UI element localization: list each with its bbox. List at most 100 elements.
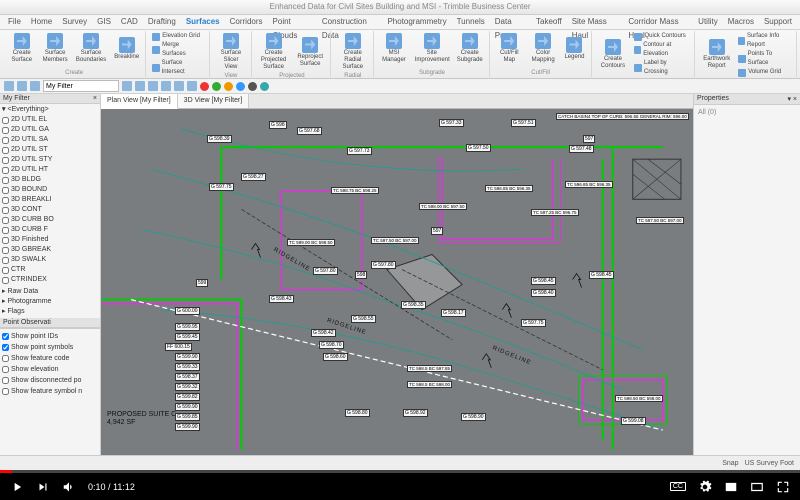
view-tab[interactable]: 3D View [My Filter]	[178, 94, 250, 108]
menu-file[interactable]: File	[8, 15, 21, 29]
ribbon-btn[interactable]: Reproject Surface	[293, 32, 328, 72]
layer-item[interactable]: 2D UTIL ST	[2, 145, 98, 155]
point-option[interactable]: Show feature symbol n	[2, 386, 98, 397]
layer-item[interactable]: 2D UTIL GA	[2, 125, 98, 135]
miniplayer-icon[interactable]	[724, 480, 738, 494]
ribbon-btn[interactable]: Earthwork Report	[699, 32, 734, 77]
menu-utility[interactable]: Utility	[698, 15, 718, 29]
play-icon[interactable]	[10, 480, 24, 494]
layer-item[interactable]: 2D UTIL HT	[2, 165, 98, 175]
layer-item[interactable]: 2D UTIL SA	[2, 135, 98, 145]
layer-item[interactable]: 2D UTIL STY	[2, 155, 98, 165]
qat-icon[interactable]	[17, 81, 27, 91]
ribbon-btn[interactable]: Color Mapping	[527, 32, 560, 65]
ribbon-item[interactable]: Volume Grid	[738, 68, 791, 77]
color-dot[interactable]	[224, 82, 233, 91]
view-tab[interactable]: Plan View [My Filter]	[101, 94, 178, 109]
ribbon-btn[interactable]: Create Projected Surface	[256, 32, 291, 72]
ribbon-btn[interactable]: Create Radial Surface	[335, 32, 370, 72]
ribbon-item[interactable]: Quick Contours	[634, 32, 689, 41]
menu-site-mass-haul[interactable]: Site Mass Haul	[572, 15, 619, 29]
next-icon[interactable]	[36, 480, 50, 494]
ribbon-btn[interactable]: Create Surface	[6, 32, 37, 65]
ribbon-btn[interactable]: Surface Boundaries	[73, 32, 109, 65]
point-option[interactable]: Show point symbols	[2, 342, 98, 353]
layer-item[interactable]: 3D CURB BO	[2, 215, 98, 225]
ribbon-item[interactable]: Merge Surfaces	[152, 41, 203, 59]
layer-item[interactable]: 3D BREAKLI	[2, 195, 98, 205]
snap-indicator[interactable]: Snap	[722, 460, 738, 467]
menu-corridors[interactable]: Corridors	[230, 15, 263, 29]
layer-item[interactable]: 2D UTIL EL	[2, 115, 98, 125]
qat-icon[interactable]	[135, 81, 145, 91]
ribbon-item[interactable]: Points To Surface	[738, 50, 791, 68]
ribbon-btn[interactable]: Create Contours	[596, 32, 631, 77]
layer-item[interactable]: CTR	[2, 265, 98, 275]
ribbon-item[interactable]: Surface Intersect	[152, 59, 203, 77]
ribbon-btn[interactable]: Surface Members	[39, 32, 70, 65]
layer-item[interactable]: 3D Finished	[2, 235, 98, 245]
layer-item[interactable]: 3D SWALK	[2, 255, 98, 265]
point-option[interactable]: Show feature code	[2, 353, 98, 364]
menu-survey[interactable]: Survey	[62, 15, 87, 29]
point-option[interactable]: Show point IDs	[2, 331, 98, 342]
menu-construction-data[interactable]: Construction Data	[322, 15, 378, 29]
menu-surfaces[interactable]: Surfaces	[186, 15, 220, 29]
menu-photogrammetry[interactable]: Photogrammetry	[387, 15, 446, 29]
tree-everything[interactable]: ▾<Everything>	[2, 105, 98, 115]
color-dot[interactable]	[248, 82, 257, 91]
layer-sub[interactable]: ▸ Raw Data	[2, 287, 98, 297]
filter-input[interactable]	[43, 80, 119, 92]
menu-home[interactable]: Home	[31, 15, 52, 29]
menu-gis[interactable]: GIS	[97, 15, 111, 29]
qat-icon[interactable]	[122, 81, 132, 91]
settings-icon[interactable]	[698, 480, 712, 494]
layer-item[interactable]: 3D CONT	[2, 205, 98, 215]
layer-item[interactable]: 3D CURB F	[2, 225, 98, 235]
menu-macros[interactable]: Macros	[728, 15, 754, 29]
qat-icon[interactable]	[187, 81, 197, 91]
layer-item[interactable]: CTRINDEX	[2, 275, 98, 285]
ribbon-btn[interactable]: MSI Manager	[378, 32, 410, 65]
ribbon-item[interactable]: Contour at Elevation	[634, 41, 689, 59]
layer-item[interactable]: 3D BOUND	[2, 185, 98, 195]
point-option[interactable]: Show disconnected po	[2, 375, 98, 386]
qat-icon[interactable]	[4, 81, 14, 91]
ribbon-btn[interactable]: Breakline	[111, 32, 142, 65]
ribbon-btn[interactable]: Legend	[561, 32, 587, 65]
qat-icon[interactable]	[30, 81, 40, 91]
ribbon-item[interactable]: Surface Info Report	[738, 32, 791, 50]
ribbon-item[interactable]: Label by Crossing	[634, 59, 689, 77]
color-dot[interactable]	[200, 82, 209, 91]
menu-corridor-mass-haul[interactable]: Corridor Mass Haul	[628, 15, 688, 29]
theater-icon[interactable]	[750, 480, 764, 494]
color-dot[interactable]	[236, 82, 245, 91]
ribbon-btn[interactable]: Cut/Fill Map	[494, 32, 525, 65]
color-dot[interactable]	[212, 82, 221, 91]
point-option[interactable]: Show elevation	[2, 364, 98, 375]
layer-sub[interactable]: ▸ Photogramme	[2, 297, 98, 307]
menu-drafting[interactable]: Drafting	[148, 15, 176, 29]
ribbon-btn[interactable]: Site Improvement	[412, 32, 452, 65]
fullscreen-icon[interactable]	[776, 480, 790, 494]
qat-icon[interactable]	[148, 81, 158, 91]
ribbon-btn[interactable]: Create Subgrade	[454, 32, 486, 65]
qat-icon[interactable]	[161, 81, 171, 91]
ribbon-item[interactable]: Elevation Grid	[152, 32, 203, 41]
menu-cad[interactable]: CAD	[121, 15, 138, 29]
volume-icon[interactable]	[62, 480, 76, 494]
progress-bar[interactable]	[0, 470, 800, 473]
menu-data-prep[interactable]: Data Prep	[495, 15, 526, 29]
color-dot[interactable]	[260, 82, 269, 91]
layer-item[interactable]: 3D GBREAK	[2, 245, 98, 255]
drawing-canvas[interactable]: CATCH BASIN4 TOP OF CURB: 596.55 GENERAL…	[101, 109, 693, 462]
cc-button[interactable]: CC	[670, 482, 686, 491]
layer-item[interactable]: 3D BLDG	[2, 175, 98, 185]
ribbon-btn[interactable]: Surface Slicer View	[214, 32, 249, 72]
menu-tunnels[interactable]: Tunnels	[457, 15, 485, 29]
layer-sub[interactable]: ▸ Flags	[2, 307, 98, 317]
menu-point-clouds[interactable]: Point Clouds	[273, 15, 312, 29]
menu-support[interactable]: Support	[764, 15, 792, 29]
menu-takeoff[interactable]: Takeoff	[536, 15, 562, 29]
qat-icon[interactable]	[174, 81, 184, 91]
